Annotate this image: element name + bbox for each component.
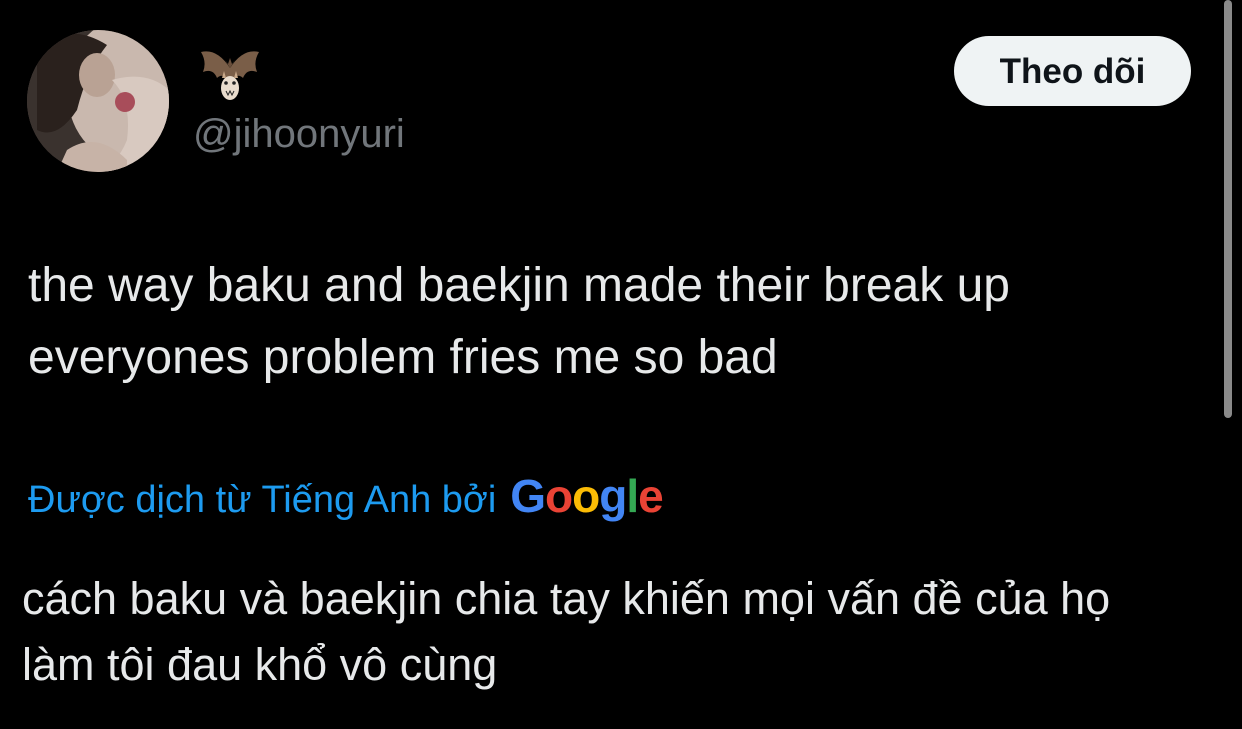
tweet-text: the way baku and baekjin made their brea… — [28, 250, 1198, 394]
follow-button[interactable]: Theo dõi — [954, 36, 1191, 106]
translation-attribution: Được dịch từ Tiếng Anh bởi Google — [28, 470, 664, 526]
avatar[interactable] — [27, 30, 169, 172]
google-logo-letter: e — [638, 470, 664, 522]
google-logo-letter: o — [572, 470, 600, 522]
google-logo-letter: g — [599, 470, 627, 522]
translated-line: cách baku và baekjin chia tay khiến mọi … — [22, 573, 1111, 624]
display-name[interactable] — [195, 38, 265, 104]
google-logo-letter: l — [626, 470, 639, 522]
translated-line: làm tôi đau khổ vô cùng — [22, 639, 498, 690]
tweet-line: the way baku and baekjin made their brea… — [28, 259, 1010, 312]
avatar-photo — [27, 30, 169, 172]
google-logo-letter: o — [545, 470, 573, 522]
user-handle[interactable]: @jihoonyuri — [193, 111, 405, 157]
bat-icon — [201, 51, 259, 100]
scrollbar-thumb[interactable] — [1224, 0, 1232, 418]
translated-text: cách baku và baekjin chia tay khiến mọi … — [22, 566, 1202, 698]
tweet-line: everyones problem fries me so bad — [28, 331, 778, 384]
translated-from-link[interactable]: Được dịch từ Tiếng Anh bởi — [28, 474, 496, 526]
google-logo: Google — [510, 470, 664, 522]
google-logo-letter: G — [510, 470, 546, 522]
